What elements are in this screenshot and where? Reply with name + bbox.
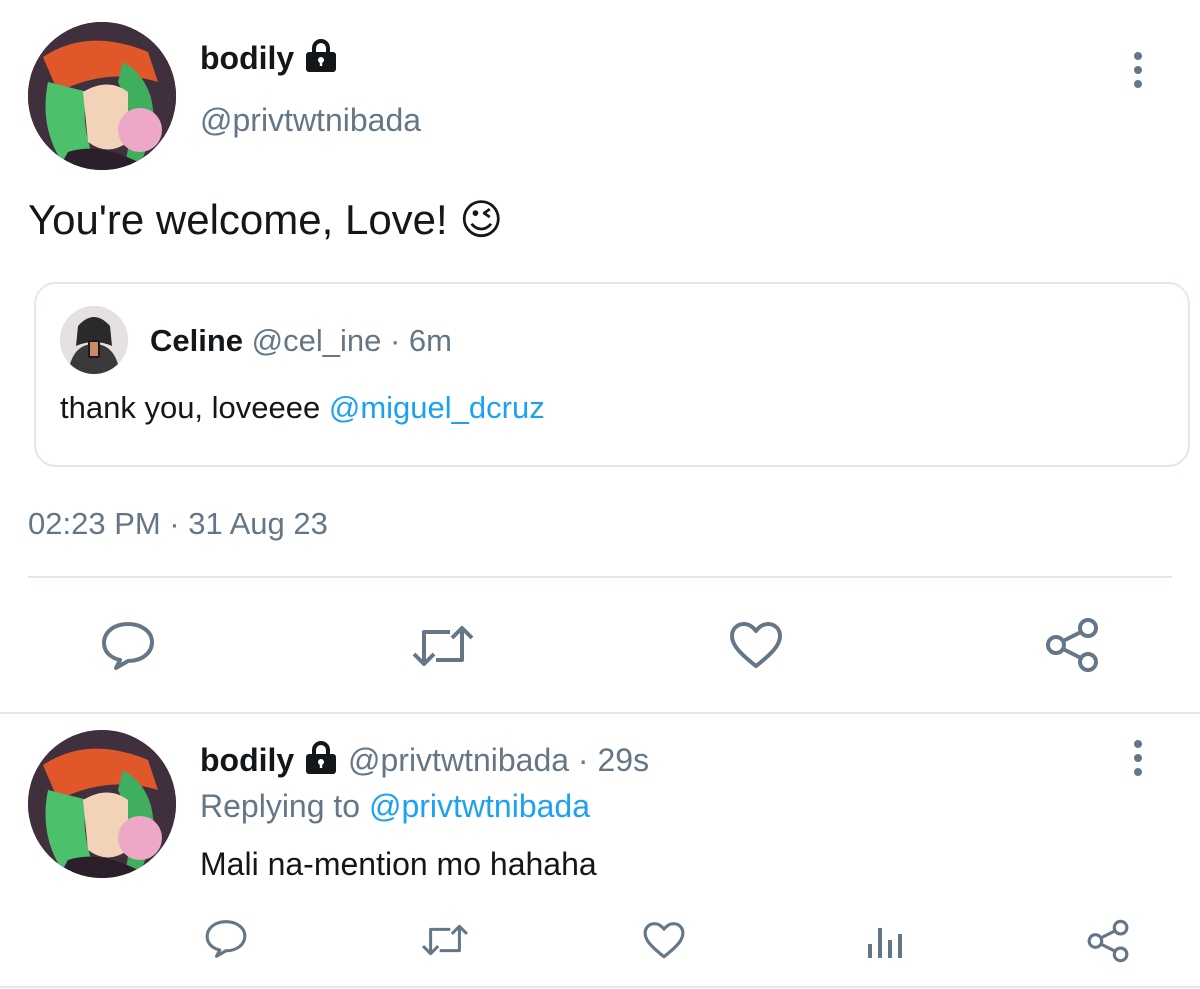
user-avatar-icon xyxy=(28,730,176,878)
retweet-icon xyxy=(421,924,469,956)
reply-retweet-button[interactable] xyxy=(420,920,470,960)
bottom-divider xyxy=(0,986,1200,988)
tweet-timestamp: 02:23 PM · 31 Aug 23 xyxy=(28,506,328,541)
quoted-handle-time: @cel_ine · 6m xyxy=(251,323,452,358)
quoted-header: Celine @cel_ine · 6m xyxy=(150,322,452,360)
divider xyxy=(28,576,1172,578)
analytics-icon xyxy=(868,928,902,958)
replying-to: Replying to @privtwtnibada xyxy=(200,786,590,826)
comment-icon xyxy=(102,622,154,670)
main-handle[interactable]: @privtwtnibada xyxy=(200,100,421,140)
share-icon xyxy=(1087,919,1129,963)
reply-comment-button[interactable] xyxy=(204,918,248,960)
reply-display-name[interactable]: bodily xyxy=(200,742,294,778)
reply-avatar[interactable] xyxy=(28,730,176,878)
user-avatar-icon xyxy=(28,22,176,170)
kebab-dot-icon xyxy=(1134,768,1142,776)
retweet-icon xyxy=(412,626,474,666)
quoted-text-body: thank you, loveeee xyxy=(60,390,329,425)
like-button[interactable] xyxy=(728,620,784,672)
kebab-dot-icon xyxy=(1134,66,1142,74)
comment-icon xyxy=(205,920,247,958)
quoted-display-name[interactable]: Celine xyxy=(150,323,243,358)
quoted-tweet-card[interactable]: Celine @cel_ine · 6m thank you, loveeee … xyxy=(34,282,1190,467)
kebab-dot-icon xyxy=(1134,52,1142,60)
share-icon xyxy=(1046,618,1098,672)
comment-button[interactable] xyxy=(100,620,156,672)
tweet-text-body: You're welcome, Love! xyxy=(28,196,448,243)
main-avatar[interactable] xyxy=(28,22,176,170)
share-button[interactable] xyxy=(1044,616,1100,674)
tweet-text: You're welcome, Love! 😉 xyxy=(28,192,503,248)
reply-more-options-button[interactable] xyxy=(1134,740,1142,776)
more-options-button[interactable] xyxy=(1134,52,1142,88)
reply-handle-time: @privtwtnibada · 29s xyxy=(348,742,650,778)
heart-icon xyxy=(730,622,782,668)
replying-to-handle-link[interactable]: @privtwtnibada xyxy=(369,788,590,824)
kebab-dot-icon xyxy=(1134,740,1142,748)
quoted-avatar xyxy=(60,306,128,374)
main-display-name[interactable]: bodily xyxy=(200,38,339,82)
mention-link[interactable]: @miguel_dcruz xyxy=(329,390,545,425)
heart-icon xyxy=(643,922,685,959)
kebab-dot-icon xyxy=(1134,80,1142,88)
kebab-dot-icon xyxy=(1134,754,1142,762)
quoted-text: thank you, loveeee @miguel_dcruz xyxy=(60,388,545,428)
wink-emoji-icon: 😉 xyxy=(459,195,504,244)
reply-analytics-button[interactable] xyxy=(866,920,906,960)
retweet-button[interactable] xyxy=(410,620,476,672)
user-avatar-icon xyxy=(60,306,128,374)
reply-share-button[interactable] xyxy=(1086,918,1130,964)
replying-to-label: Replying to xyxy=(200,788,369,824)
section-divider xyxy=(0,712,1200,714)
display-name-text: bodily xyxy=(200,40,295,76)
lock-icon xyxy=(303,741,339,784)
lock-icon xyxy=(303,39,339,82)
reply-text: Mali na-mention mo hahaha xyxy=(200,846,597,882)
reply-like-button[interactable] xyxy=(642,920,686,962)
reply-header: bodily @privtwtnibada · 29s xyxy=(200,740,649,784)
